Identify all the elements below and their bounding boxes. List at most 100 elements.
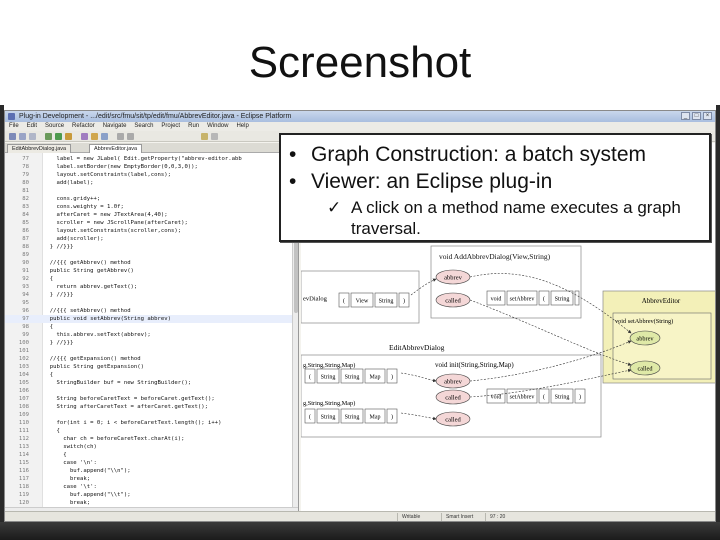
maximize-icon[interactable]: □ bbox=[692, 112, 701, 120]
menu-search[interactable]: Search bbox=[134, 122, 153, 131]
code-line[interactable]: 91 public String getAbbrev() bbox=[5, 267, 295, 275]
code-text: buf.append("\\t"); bbox=[43, 492, 131, 498]
code-line[interactable]: 100 } //}}} bbox=[5, 339, 295, 347]
annotation-icon[interactable] bbox=[201, 133, 208, 140]
code-line[interactable]: 102 //{{{ getExpansion() method bbox=[5, 355, 295, 363]
code-text: buf.append("\\n"); bbox=[43, 468, 131, 474]
tab-abbrev-editor[interactable]: AbbrevEditor.java bbox=[89, 144, 143, 153]
code-line[interactable]: 85 scroller = new JScrollPane(afterCaret… bbox=[5, 219, 295, 227]
code-line[interactable]: 105 StringBuilder buf = new StringBuilde… bbox=[5, 379, 295, 387]
code-line[interactable]: 77 label = new JLabel( Edit.getProperty(… bbox=[5, 155, 295, 163]
status-writable: Writable bbox=[397, 513, 437, 521]
back-icon[interactable] bbox=[117, 133, 124, 140]
code-line[interactable]: 115 case '\n': bbox=[5, 459, 295, 467]
line-number: 91 bbox=[22, 268, 29, 274]
code-line[interactable]: 87 add(scroller); bbox=[5, 235, 295, 243]
code-line[interactable]: 112 char ch = beforeCaretText.charAt(i); bbox=[5, 435, 295, 443]
run-icon[interactable] bbox=[55, 133, 62, 140]
search-icon[interactable] bbox=[101, 133, 108, 140]
line-number: 106 bbox=[18, 388, 29, 394]
code-line[interactable]: 80 add(label); bbox=[5, 179, 295, 187]
forward-icon[interactable] bbox=[127, 133, 134, 140]
close-icon[interactable]: × bbox=[703, 112, 712, 120]
code-line[interactable]: 90 //{{{ getAbbrev() method bbox=[5, 259, 295, 267]
window-title: Plug-in Development - .../edit/src/fmu/s… bbox=[19, 113, 292, 120]
add-abbrev-dialog-label[interactable]: void AddAbbrevDialog(View,String) bbox=[439, 252, 551, 261]
save-icon[interactable] bbox=[19, 133, 26, 140]
code-line[interactable]: 113 switch(ch) bbox=[5, 443, 295, 451]
code-line[interactable]: 89 bbox=[5, 251, 295, 259]
code-line[interactable]: 106 bbox=[5, 387, 295, 395]
menu-file[interactable]: File bbox=[9, 122, 19, 131]
code-line[interactable]: 98 { bbox=[5, 323, 295, 331]
code-line[interactable]: 117 break; bbox=[5, 475, 295, 483]
code-line[interactable]: 97 public void setAbbrev(String abbrev) bbox=[5, 315, 295, 323]
status-insert-mode: Smart Insert bbox=[441, 513, 481, 521]
code-text: { bbox=[43, 452, 67, 458]
sig-partial-1: g,String,String,Map) bbox=[303, 362, 355, 369]
menu-window[interactable]: Window bbox=[207, 122, 228, 131]
code-line[interactable]: 82 cons.gridy++; bbox=[5, 195, 295, 203]
code-line[interactable]: 92 { bbox=[5, 275, 295, 283]
line-number: 86 bbox=[22, 228, 29, 234]
code-line[interactable]: 94 } //}}} bbox=[5, 291, 295, 299]
code-line[interactable]: 83 cons.weighty = 1.0f; bbox=[5, 203, 295, 211]
menu-project[interactable]: Project bbox=[161, 122, 180, 131]
abbrev-editor-label[interactable]: AbbrevEditor bbox=[642, 297, 681, 305]
code-line[interactable]: 108 String afterCaretText = afterCaret.g… bbox=[5, 403, 295, 411]
code-line[interactable]: 86 layout.setConstraints(scroller,cons); bbox=[5, 227, 295, 235]
menu-refactor[interactable]: Refactor bbox=[72, 122, 95, 131]
line-number: 88 bbox=[22, 244, 29, 250]
code-line[interactable]: 116 buf.append("\\n"); bbox=[5, 467, 295, 475]
new-icon[interactable] bbox=[9, 133, 16, 140]
code-line[interactable]: 114 { bbox=[5, 451, 295, 459]
code-line[interactable]: 109 bbox=[5, 411, 295, 419]
svg-text:(: ( bbox=[543, 296, 545, 303]
external-tools-icon[interactable] bbox=[65, 133, 72, 140]
code-line[interactable]: 81 bbox=[5, 187, 295, 195]
code-line[interactable]: 96 //{{{ setAbbrev() method bbox=[5, 307, 295, 315]
line-number: 115 bbox=[18, 460, 29, 466]
code-line[interactable]: 119 buf.append("\\t"); bbox=[5, 491, 295, 499]
menu-edit[interactable]: Edit bbox=[27, 122, 37, 131]
code-line[interactable]: 79 layout.setConstraints(label,cons); bbox=[5, 171, 295, 179]
new-java-class-icon[interactable] bbox=[81, 133, 88, 140]
bullet-dot: • bbox=[289, 170, 297, 193]
code-line[interactable]: 95 bbox=[5, 299, 295, 307]
code-line[interactable]: 103 public String getExpansion() bbox=[5, 363, 295, 371]
svg-text:): ) bbox=[403, 298, 405, 305]
debug-icon[interactable] bbox=[45, 133, 52, 140]
code-line[interactable]: 110 for(int i = 0; i < beforeCaretText.l… bbox=[5, 419, 295, 427]
menu-source[interactable]: Source bbox=[45, 122, 64, 131]
menu-help[interactable]: Help bbox=[236, 122, 248, 131]
code-line[interactable]: 107 String beforeCaretText = beforeCaret… bbox=[5, 395, 295, 403]
code-line[interactable]: 120 break; bbox=[5, 499, 295, 507]
code-text: } //}}} bbox=[43, 244, 74, 250]
menu-run[interactable]: Run bbox=[188, 122, 199, 131]
line-number: 108 bbox=[18, 404, 29, 410]
add-abbrev-signature-row: void setAbbrev ( String bbox=[486, 290, 580, 306]
svg-text:String: String bbox=[345, 415, 360, 421]
menu-navigate[interactable]: Navigate bbox=[103, 122, 127, 131]
code-line[interactable]: 111 { bbox=[5, 427, 295, 435]
init-method-label[interactable]: void init(String,String,Map) bbox=[435, 361, 514, 369]
code-line[interactable]: 101 bbox=[5, 347, 295, 355]
code-line[interactable]: 78 label.setBorder(new EmptyBorder(0,0,3… bbox=[5, 163, 295, 171]
perspective-icon[interactable] bbox=[211, 133, 218, 140]
code-line[interactable]: 99 this.abbrev.setText(abbrev); bbox=[5, 331, 295, 339]
minimize-icon[interactable]: _ bbox=[681, 112, 690, 120]
print-icon[interactable] bbox=[29, 133, 36, 140]
code-line[interactable]: 118 case '\t': bbox=[5, 483, 295, 491]
code-text: layout.setConstraints(label,cons); bbox=[43, 172, 171, 178]
code-line[interactable]: 93 return abbrev.getText(); bbox=[5, 283, 295, 291]
code-text: break; bbox=[43, 500, 91, 506]
code-line[interactable]: 104 { bbox=[5, 371, 295, 379]
edit-abbrev-dialog-label[interactable]: EditAbbrevDialog bbox=[389, 343, 445, 352]
java-code-editor[interactable]: 77 label = new JLabel( Edit.getProperty(… bbox=[5, 153, 299, 513]
code-line[interactable]: 88 } //}}} bbox=[5, 243, 295, 251]
tab-edit-abbrev-dialog[interactable]: EditAbbrevDialog.java bbox=[7, 144, 72, 153]
set-abbrev-method-label[interactable]: void setAbbrev(String) bbox=[615, 318, 673, 325]
code-line[interactable]: 84 afterCaret = new JTextArea(4,40); bbox=[5, 211, 295, 219]
open-type-icon[interactable] bbox=[91, 133, 98, 140]
svg-text:called: called bbox=[445, 417, 461, 424]
